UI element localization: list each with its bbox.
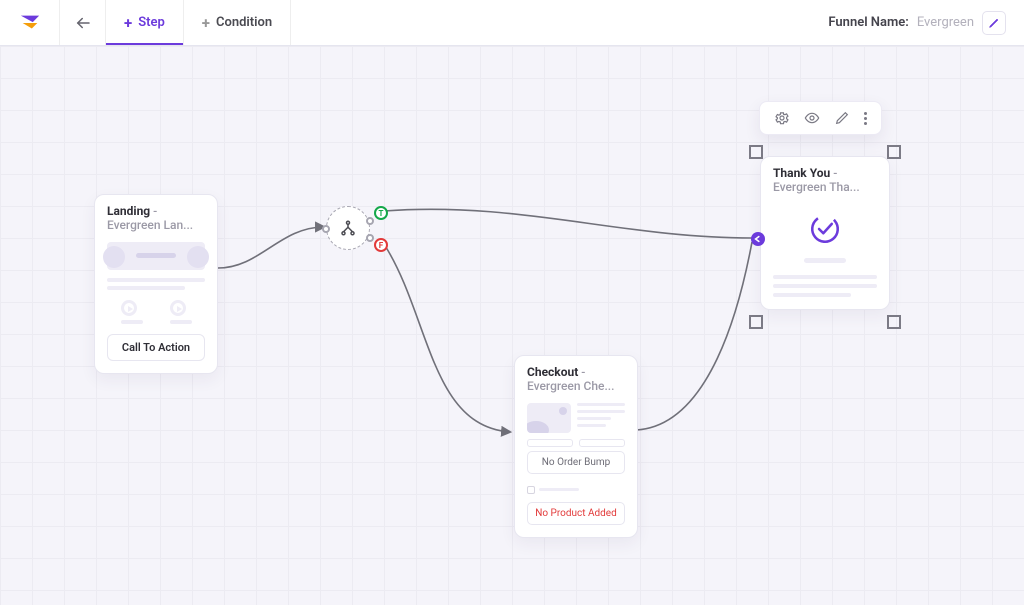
tab-condition-label: Condition	[216, 15, 272, 30]
node-title: Landing	[107, 204, 150, 218]
node-header: Thank You - Evergreen Tha...	[761, 157, 889, 194]
funnel-name-area: Funnel Name: Evergreen	[810, 0, 1024, 45]
node-header: Checkout - Evergreen Che...	[515, 356, 637, 393]
node-action-toolbar	[759, 101, 882, 135]
node-thankyou[interactable]: Thank You - Evergreen Tha...	[760, 156, 890, 310]
output-port-true[interactable]	[366, 217, 374, 225]
checkout-order-bump-label: No Order Bump	[527, 451, 625, 474]
node-header: Landing - Evergreen Lan...	[95, 195, 217, 232]
landing-cta-label: Call To Action	[107, 334, 205, 361]
node-condition[interactable]	[326, 206, 370, 250]
condition-true-badge: T	[374, 206, 388, 220]
node-preview: Call To Action	[95, 232, 217, 373]
node-checkout[interactable]: Checkout - Evergreen Che... No Order	[514, 355, 638, 538]
eye-icon[interactable]	[804, 110, 820, 126]
node-preview: No Order Bump No Product Added	[515, 393, 637, 537]
input-port[interactable]	[322, 225, 330, 233]
node-landing[interactable]: Landing - Evergreen Lan... Call To Actio…	[94, 194, 218, 374]
gear-icon[interactable]	[774, 110, 790, 126]
node-title: Checkout	[527, 365, 578, 379]
app-logo	[0, 0, 60, 45]
condition-false-badge: F	[374, 238, 388, 252]
output-port-false[interactable]	[366, 234, 374, 242]
back-button[interactable]	[60, 0, 106, 45]
funnel-canvas[interactable]: Landing - Evergreen Lan... Call To Actio…	[0, 46, 1024, 605]
checkout-product-label: No Product Added	[527, 502, 625, 525]
node-preview	[761, 194, 889, 309]
funnel-name-value: Evergreen	[917, 15, 974, 30]
tab-condition[interactable]: + Condition	[184, 0, 291, 45]
tab-step-label: Step	[138, 15, 165, 30]
plus-icon: +	[124, 14, 132, 32]
kebab-icon[interactable]	[864, 112, 867, 125]
node-title: Thank You	[773, 166, 830, 180]
pencil-icon[interactable]	[834, 110, 850, 126]
plus-icon: +	[202, 14, 210, 32]
funnel-name-label: Funnel Name:	[828, 15, 908, 30]
edit-funnel-name-button[interactable]	[982, 11, 1006, 35]
top-toolbar: + Step + Condition Funnel Name: Evergree…	[0, 0, 1024, 46]
input-port[interactable]	[751, 232, 765, 246]
tab-step[interactable]: + Step	[106, 0, 184, 45]
